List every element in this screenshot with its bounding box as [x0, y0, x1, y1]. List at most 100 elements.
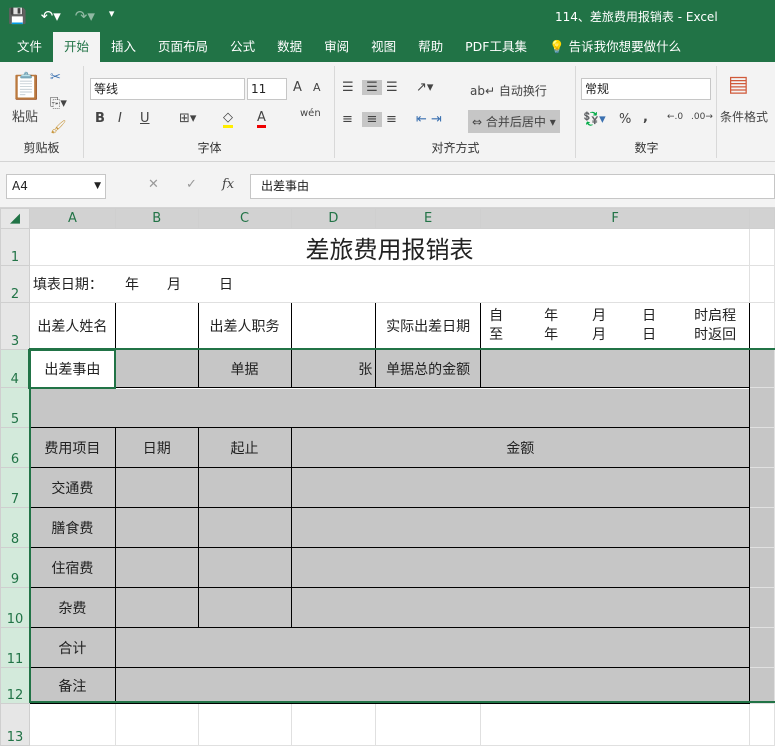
tab-file[interactable]: 文件 — [6, 32, 53, 62]
accounting-icon[interactable]: 💱▾ — [583, 112, 606, 127]
tab-help[interactable]: 帮助 — [407, 32, 454, 62]
underline-button[interactable]: U — [140, 111, 150, 126]
cell[interactable] — [29, 704, 115, 746]
italic-button[interactable]: I — [118, 111, 122, 126]
percent-button[interactable]: % — [619, 112, 631, 127]
formula-input[interactable]: 出差事由 — [250, 174, 775, 199]
cell[interactable] — [291, 508, 750, 548]
cell[interactable] — [198, 704, 291, 746]
tab-pdf[interactable]: PDF工具集 — [454, 32, 538, 62]
actual-date-label[interactable]: 实际出差日期 — [376, 303, 481, 350]
receipt-label[interactable]: 单据 — [198, 350, 291, 388]
redo-icon[interactable]: ↷▾ — [75, 7, 95, 25]
col-header-f[interactable]: F — [481, 209, 750, 229]
sheet-title[interactable]: 差旅费用报销表 — [29, 229, 749, 266]
grow-font-icon[interactable]: A — [293, 80, 302, 95]
tab-insert[interactable]: 插入 — [100, 32, 147, 62]
date-header[interactable]: 日期 — [115, 428, 198, 468]
row-header[interactable]: 3 — [1, 303, 30, 350]
fill-color-icon[interactable]: ◇ — [223, 110, 233, 128]
align-bottom-icon[interactable]: ☰ — [386, 80, 398, 95]
tell-me[interactable]: 💡 告诉我你想要做什么 — [538, 32, 692, 62]
cell[interactable] — [750, 229, 775, 266]
cell[interactable] — [481, 704, 750, 746]
cell[interactable] — [750, 668, 775, 704]
align-left-icon[interactable]: ≡ — [342, 112, 353, 127]
format-painter-icon[interactable]: 🖌 — [50, 120, 67, 135]
col-header-c[interactable]: C — [198, 209, 291, 229]
cancel-icon[interactable]: ✕ — [148, 177, 159, 192]
increase-decimal-icon[interactable]: ←.0 — [667, 112, 683, 122]
row-header[interactable]: 11 — [1, 628, 30, 668]
font-size-select[interactable]: 11 — [247, 78, 287, 100]
sum-label[interactable]: 合计 — [29, 628, 115, 668]
name-box[interactable]: A4▼ — [6, 174, 106, 199]
row-header[interactable]: 7 — [1, 468, 30, 508]
row-header[interactable]: 10 — [1, 588, 30, 628]
amount-header[interactable]: 金额 — [291, 428, 750, 468]
cell[interactable] — [115, 468, 198, 508]
cell[interactable] — [291, 704, 376, 746]
cell[interactable] — [750, 704, 775, 746]
save-icon[interactable]: 💾 — [8, 7, 27, 25]
cell[interactable] — [291, 548, 750, 588]
align-center-icon[interactable]: ≡ — [362, 112, 382, 127]
orientation-icon[interactable]: ↗▾ — [416, 80, 433, 95]
name-value[interactable] — [115, 303, 198, 350]
receipt-total-label[interactable]: 单据总的金额 — [376, 350, 481, 388]
conditional-format-button[interactable]: 条件格式 — [720, 108, 768, 125]
tab-home[interactable]: 开始 — [53, 32, 100, 62]
row-header[interactable]: 12 — [1, 668, 30, 704]
insert-function-icon[interactable]: fx — [222, 177, 234, 192]
select-all[interactable]: ◢ — [1, 209, 30, 229]
col-header-a[interactable]: A — [29, 209, 115, 229]
reason-label-active-cell[interactable]: 出差事由 — [29, 350, 115, 388]
row-header[interactable]: 9 — [1, 548, 30, 588]
receipt-total-value[interactable] — [481, 350, 750, 388]
expense-item[interactable]: 住宿费 — [29, 548, 115, 588]
cell[interactable] — [750, 303, 775, 350]
cell[interactable] — [291, 468, 750, 508]
range-header[interactable]: 起止 — [198, 428, 291, 468]
note-value[interactable] — [115, 668, 749, 704]
cell[interactable] — [750, 428, 775, 468]
trip-dates-cell[interactable]: 自年月日时启程 至年月日时返回 — [481, 303, 750, 350]
expense-item[interactable]: 杂费 — [29, 588, 115, 628]
col-header-d[interactable]: D — [291, 209, 376, 229]
item-header[interactable]: 费用项目 — [29, 428, 115, 468]
cell[interactable] — [115, 508, 198, 548]
row-header[interactable]: 4 — [1, 350, 30, 388]
note-label[interactable]: 备注 — [29, 668, 115, 704]
cell[interactable] — [115, 350, 198, 388]
fill-date-cell[interactable]: 填表日期：年月日 — [29, 266, 749, 303]
cell[interactable] — [198, 548, 291, 588]
row-header[interactable]: 2 — [1, 266, 30, 303]
paste-button[interactable]: 粘贴 — [12, 106, 38, 125]
merge-center-button[interactable]: ⇔ 合并后居中 ▾ — [468, 110, 560, 133]
tab-view[interactable]: 视图 — [360, 32, 407, 62]
font-name-select[interactable]: 等线 — [90, 78, 245, 100]
position-value[interactable] — [291, 303, 376, 350]
col-header-e[interactable]: E — [376, 209, 481, 229]
row-header[interactable]: 1 — [1, 229, 30, 266]
cell[interactable] — [115, 548, 198, 588]
copy-icon[interactable]: ⎘▾ — [50, 96, 67, 111]
enter-icon[interactable]: ✓ — [186, 177, 197, 192]
cell[interactable] — [376, 704, 481, 746]
shrink-font-icon[interactable]: A — [313, 81, 321, 94]
comma-button[interactable]: , — [643, 110, 648, 125]
reason-detail-cell[interactable] — [29, 388, 749, 428]
cell[interactable] — [115, 704, 198, 746]
cell[interactable] — [291, 588, 750, 628]
cell[interactable] — [198, 468, 291, 508]
customize-icon[interactable]: ▾ — [109, 7, 115, 25]
conditional-format-icon[interactable]: ▤ — [728, 72, 749, 97]
position-label[interactable]: 出差人职务 — [198, 303, 291, 350]
cell[interactable] — [198, 508, 291, 548]
number-format-select[interactable]: 常规 — [581, 78, 711, 100]
row-header[interactable]: 6 — [1, 428, 30, 468]
cell[interactable] — [750, 548, 775, 588]
undo-icon[interactable]: ↶▾ — [41, 7, 61, 25]
cell[interactable] — [750, 508, 775, 548]
decrease-decimal-icon[interactable]: .00→ — [691, 112, 713, 122]
